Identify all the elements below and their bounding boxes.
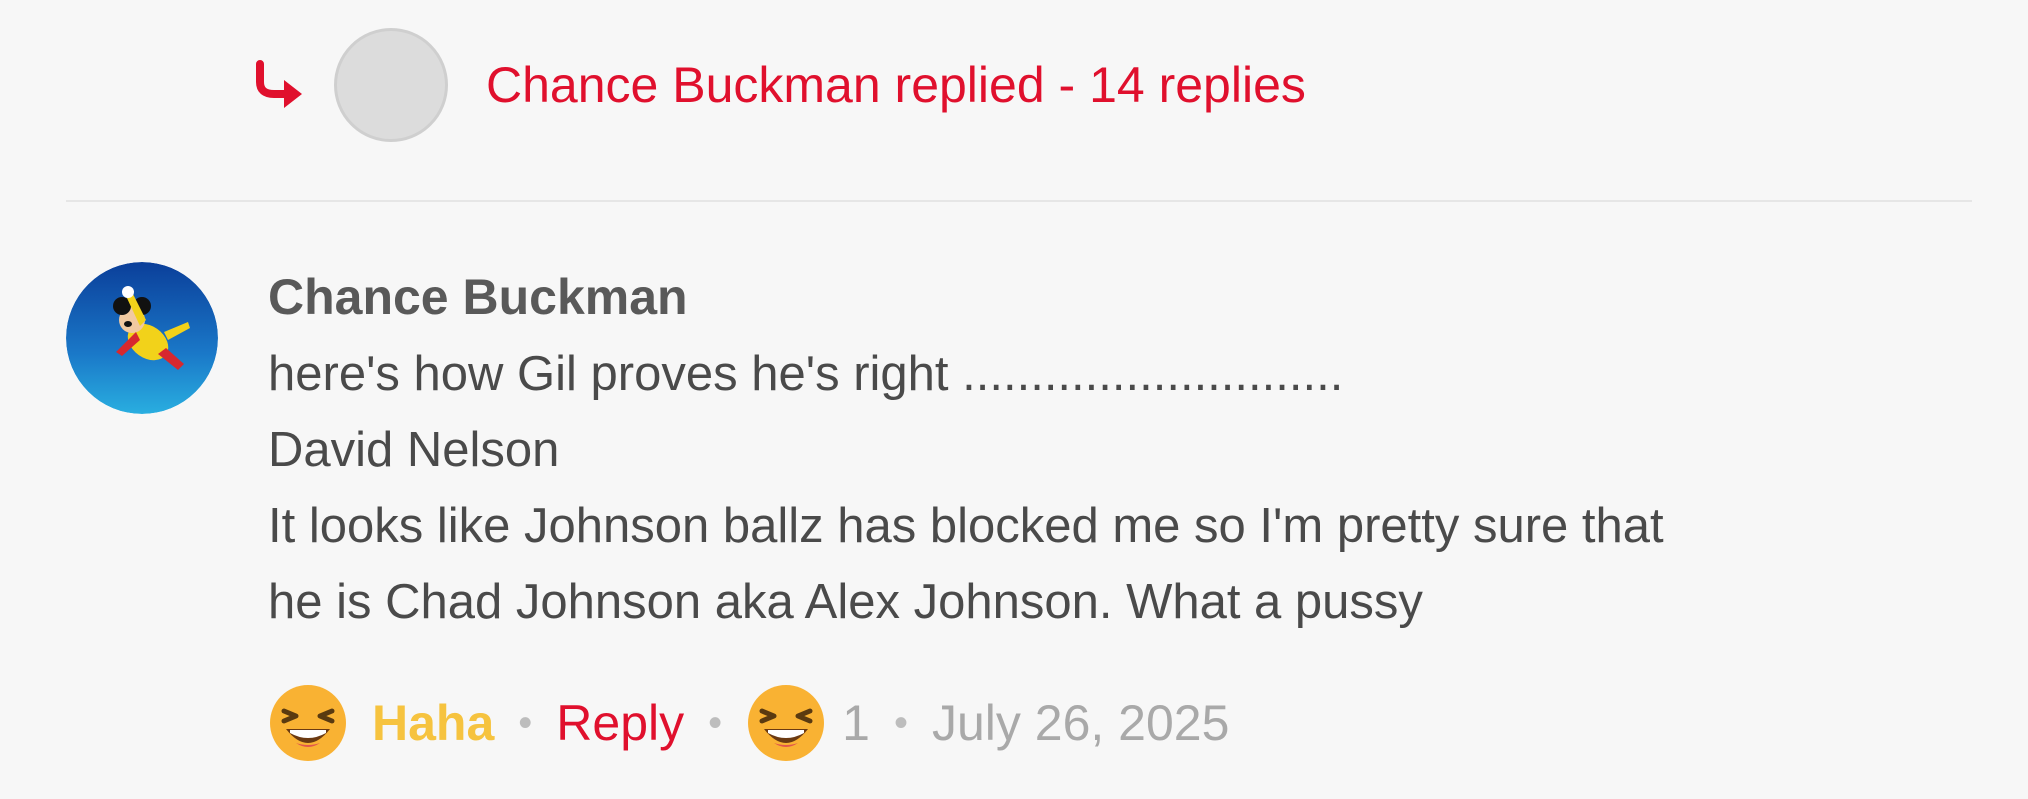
comment-line: here's how Gil proves he's right .......… xyxy=(268,347,1344,401)
reply-button[interactable]: Reply xyxy=(556,694,684,752)
comment-body: Chance Buckman here's how Gil proves he'… xyxy=(268,262,1972,640)
comment-line: David Nelson xyxy=(268,423,560,477)
separator-dot: • xyxy=(518,700,533,745)
reply-avatar-placeholder xyxy=(334,28,448,142)
laughing-emoji-icon[interactable] xyxy=(268,683,348,763)
comment-text: here's how Gil proves he's right .......… xyxy=(268,336,1972,640)
comment-divider xyxy=(66,200,1972,202)
comment-actions: Haha • Reply • 1 • July 26, 2025 xyxy=(268,678,1229,768)
separator-dot: • xyxy=(893,700,908,745)
replies-summary-row[interactable]: Chance Buckman replied - 14 replies xyxy=(252,26,1306,144)
reaction-count[interactable]: 1 xyxy=(842,694,870,752)
laughing-emoji-icon[interactable] xyxy=(746,683,826,763)
avatar[interactable] xyxy=(66,262,218,414)
haha-reaction-button[interactable]: Haha xyxy=(372,694,494,752)
view-replies-link[interactable]: Chance Buckman replied - 14 replies xyxy=(486,56,1306,114)
separator-dot: • xyxy=(708,700,723,745)
comments-page: Chance Buckman replied - 14 replies Chan… xyxy=(0,0,2028,799)
comment-author[interactable]: Chance Buckman xyxy=(268,258,1972,336)
reply-arrow-icon xyxy=(252,55,312,115)
comment-date: July 26, 2025 xyxy=(931,695,1230,751)
comment-line: he is Chad Johnson aka Alex Johnson. Wha… xyxy=(268,575,1423,629)
comment-line: It looks like Johnson ballz has blocked … xyxy=(268,499,1664,553)
